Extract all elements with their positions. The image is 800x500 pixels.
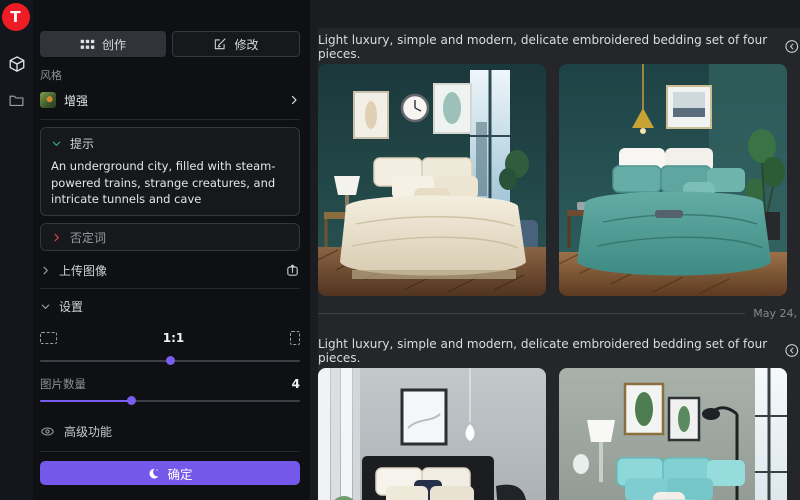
tab-create-label: 创作 [102,36,126,53]
brand-logo[interactable]: T [2,3,30,31]
app-window: T 创作 [0,0,800,500]
settings-header[interactable]: 设置 [40,295,300,317]
folder-icon[interactable] [8,91,26,109]
generated-image[interactable] [559,368,787,500]
advanced-features-row[interactable]: 高级功能 [40,422,300,440]
prompt-text[interactable]: An underground city, filled with steam-p… [51,158,289,208]
chevron-right-icon [51,232,62,243]
image-count-label: 图片数量 [40,376,292,392]
style-label: 风格 [40,67,300,83]
generated-image[interactable] [318,368,546,500]
upload-label: 上传图像 [59,262,107,279]
aspect-ratio-value: 1:1 [57,331,290,345]
generation-caption: Light luxury, simple and modern, delicat… [318,337,772,365]
upload-image-row[interactable]: 上传图像 [40,259,300,281]
tab-create[interactable]: 创作 [40,31,166,57]
caption-row: Light luxury, simple and modern, delicat… [318,342,800,359]
tab-modify-label: 修改 [234,36,258,53]
chevron-down-icon [51,138,62,149]
reuse-prompt-icon[interactable] [784,38,800,55]
style-thumbnail [40,92,56,108]
image-count-value: 4 [292,377,300,391]
aspect-ratio-slider[interactable] [40,356,300,366]
confirm-label: 确定 [167,464,192,483]
upload-icon[interactable] [285,263,300,278]
generated-image[interactable] [318,64,546,296]
chevron-down-icon [40,301,51,312]
slider-handle[interactable] [127,396,136,405]
chevron-right-icon [288,94,300,106]
divider [40,288,300,289]
generated-image[interactable] [559,64,787,296]
slider-handle[interactable] [166,356,175,365]
date-divider: May 24, [318,306,800,320]
left-rail: T [0,0,33,500]
cube-icon[interactable] [8,55,26,73]
image-count-row: 图片数量 4 [40,376,300,392]
negative-box[interactable]: 否定词 [40,223,300,251]
image-grid [318,64,800,296]
divider [40,119,300,120]
reuse-prompt-icon[interactable] [784,342,800,359]
moon-icon [147,467,160,480]
grid-icon [80,38,95,51]
aspect-ratio-row: 1:1 [40,327,300,349]
style-selector[interactable]: 增强 [40,88,300,112]
eye-icon [40,424,55,439]
portrait-icon[interactable] [290,331,300,345]
caption-row: Light luxury, simple and modern, delicat… [318,38,800,55]
date-label: May 24, [745,307,800,320]
tab-modify[interactable]: 修改 [172,31,300,57]
generation-feed: Light luxury, simple and modern, delicat… [318,28,800,500]
negative-header[interactable]: 否定词 [51,229,106,246]
prompt-header[interactable]: 提示 [51,135,289,152]
mode-tabs: 创作 修改 [40,31,300,57]
image-grid [318,368,800,500]
prompt-label: 提示 [70,135,94,152]
image-count-slider[interactable] [40,396,300,406]
prompt-box[interactable]: 提示 An underground city, filled with stea… [40,127,300,216]
settings-label: 设置 [59,298,83,315]
generation-caption: Light luxury, simple and modern, delicat… [318,33,772,61]
chevron-right-icon [40,265,51,276]
style-value: 增强 [64,92,280,109]
divider [40,451,300,452]
landscape-icon[interactable] [40,332,57,344]
negative-label: 否定词 [70,229,106,246]
divider-line [318,313,745,314]
generation-panel: 创作 修改 风格 增强 提示 [33,0,310,500]
edit-icon [213,37,227,51]
advanced-features-label: 高级功能 [64,423,112,440]
confirm-button[interactable]: 确定 [40,461,300,485]
main-content: Light luxury, simple and modern, delicat… [310,0,800,500]
